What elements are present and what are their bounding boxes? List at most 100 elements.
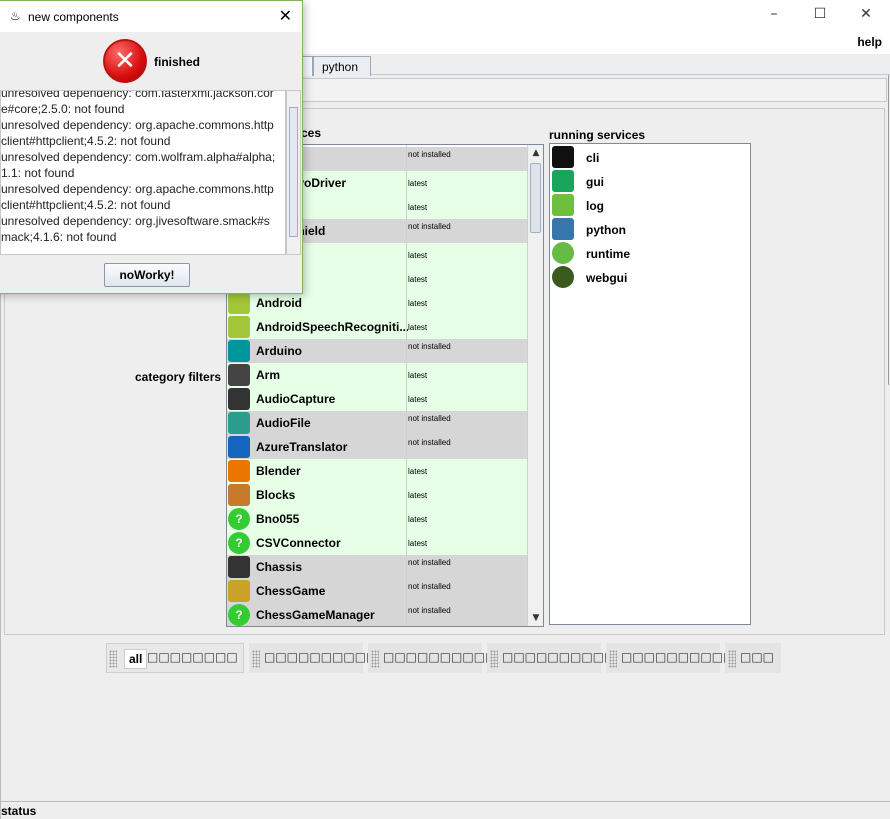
running-service-name: cli [586,151,600,165]
running-service-row[interactable]: runtime [550,241,750,265]
service-row[interactable]: Blocks latest [227,483,527,507]
service-row[interactable]: AudioCapture latest [227,387,527,411]
service-status: latest [408,515,428,524]
service-row[interactable]: AzureTranslator not installed [227,435,527,459]
service-status: latest [408,251,428,260]
new-components-dialog: ♨ new components ✕ ✕ finished unresolved… [0,0,303,294]
microphone-icon [228,388,250,410]
log-icon [552,194,574,216]
service-name: Blocks [256,488,296,502]
service-status: not installed [408,582,451,591]
category-label: □□□□□□□□□□ [383,650,497,664]
chess-icon [228,580,250,602]
service-status: not installed [408,558,451,567]
running-service-row[interactable]: log [550,193,750,217]
dialog-message-area[interactable]: unresolved dependency: com.fasterxml.jac… [0,90,286,255]
scroll-thumb[interactable] [530,163,541,233]
scroll-down-arrow[interactable]: ▼ [528,610,543,626]
minimize-button[interactable]: – [759,6,789,26]
dialog-titlebar: ♨ new components ✕ [0,1,302,32]
category-button[interactable]: □□□□□□□□□□ [487,643,615,673]
blender-icon [228,460,250,482]
category-all-button[interactable]: all □□□□□□□□ [106,643,244,673]
service-status: not installed [408,414,451,423]
scroll-up-arrow[interactable]: ▲ [528,145,543,161]
service-status: latest [408,539,428,548]
terminal-icon [552,146,574,168]
dialog-body: ✕ finished unresolved dependency: com.fa… [0,32,302,293]
maximize-button[interactable]: ☐ [805,6,835,26]
service-name: Arm [256,368,281,382]
grip-icon [371,650,379,668]
noworky-button[interactable]: noWorky! [104,263,190,287]
divider [888,75,889,385]
dialog-message-line: client#httpclient;4.5.2: not found [1,198,171,212]
translate-icon [228,436,250,458]
service-row[interactable]: AudioFile not installed [227,411,527,435]
menu-help[interactable]: help [857,35,882,49]
service-status: latest [408,371,428,380]
runtime-icon [552,242,574,264]
category-label: □□□ [740,650,775,664]
service-status: not installed [408,222,451,231]
service-status: not installed [408,342,451,351]
running-service-row[interactable]: python [550,217,750,241]
category-button[interactable]: □□□□□□□□□□ [368,643,496,673]
question-icon: ? [228,604,250,626]
running-service-name: log [586,199,604,213]
service-row[interactable]: AndroidSpeechRecogniti... latest [227,315,527,339]
service-row[interactable]: Blender latest [227,459,527,483]
dialog-heading: finished [154,55,201,69]
running-service-row[interactable]: cli [550,145,750,169]
category-label: □□□□□□□□□□ [502,650,616,664]
service-row[interactable]: ? CSVConnector latest [227,531,527,555]
dialog-message-line: unresolved dependency: org.apache.common… [1,182,274,196]
service-name: ChessGame [256,584,326,598]
running-service-name: webgui [586,271,628,285]
grip-icon [252,650,260,668]
service-status: not installed [408,438,451,447]
dialog-message-line: unresolved dependency: org.apache.common… [1,118,274,132]
running-services-list[interactable]: cli gui log python runtime webgui [549,143,751,625]
services-scrollbar[interactable]: ▲ ▼ [527,145,543,626]
dialog-message-line: 1.1: not found [1,166,75,180]
service-row[interactable]: Chassis not installed [227,555,527,579]
service-row[interactable]: ChessGame not installed [227,579,527,603]
service-status: latest [408,275,428,284]
dialog-scroll-thumb[interactable] [289,107,298,237]
service-row[interactable]: Android latest [227,291,527,315]
category-button[interactable]: □□□□□□□□□□ [606,643,734,673]
java-icon: ♨ [10,9,21,23]
grip-icon [728,650,736,668]
android-icon [228,292,250,314]
grip-icon [609,650,617,668]
dialog-title: new components [28,10,119,24]
service-status: latest [408,179,428,188]
service-name: CSVConnector [256,536,341,550]
service-row[interactable]: Arduino not installed [227,339,527,363]
category-button[interactable]: □□□□□□□□□□ [249,643,377,673]
category-all-label[interactable]: all [124,649,148,669]
dialog-message-line: unresolved dependency: com.fasterxml.jac… [1,90,274,100]
dialog-message-line: unresolved dependency: com.wolfram.alpha… [1,150,276,164]
close-button[interactable]: ✕ [851,6,881,26]
running-service-row[interactable]: gui [550,169,750,193]
service-name: Bno055 [256,512,300,526]
service-row[interactable]: Arm latest [227,363,527,387]
dialog-scrollbar[interactable] [286,90,301,255]
category-button[interactable]: □□□ [725,643,781,673]
service-row[interactable]: ? Bno055 latest [227,507,527,531]
service-name: Arduino [256,344,302,358]
service-name: Chassis [256,560,303,574]
globe-icon [552,266,574,288]
question-icon: ? [228,532,250,554]
status-bar: status [1,801,890,819]
service-name: AndroidSpeechRecogniti... [256,320,408,334]
service-status: not installed [408,606,451,615]
running-service-row[interactable]: webgui [550,265,750,289]
dialog-message-line: mack;4.1.6: not found [1,230,117,244]
tab-python[interactable]: python [313,56,371,76]
dialog-close-icon[interactable]: ✕ [279,6,292,25]
question-icon: ? [228,508,250,530]
service-row[interactable]: ? ChessGameManager not installed [227,603,527,626]
